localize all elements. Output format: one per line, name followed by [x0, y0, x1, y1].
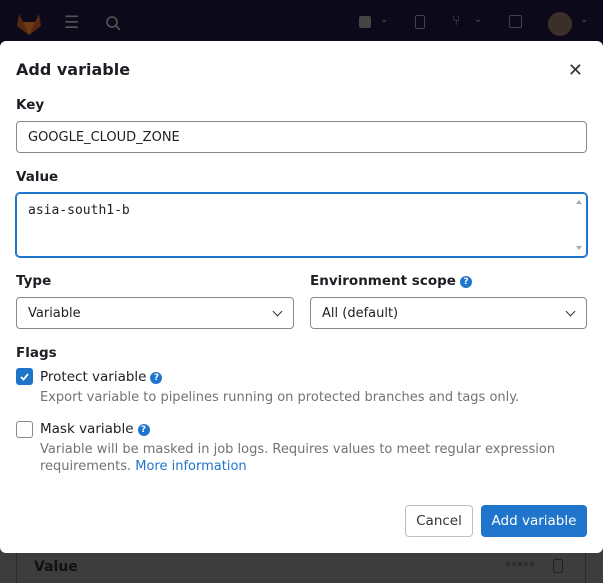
key-value: GOOGLE_CLOUD_ZONE [28, 129, 180, 145]
value-text: asia-south1-b [28, 203, 130, 218]
mask-variable-checkbox[interactable] [16, 421, 33, 438]
search-icon[interactable] [105, 15, 121, 31]
key-input[interactable]: GOOGLE_CLOUD_ZONE [16, 121, 587, 153]
chevron-down-icon[interactable]: ⌄ [380, 14, 388, 25]
help-icon[interactable]: ? [150, 372, 163, 384]
mask-variable-text: Mask variable [40, 421, 134, 437]
gitlab-logo[interactable] [16, 12, 42, 36]
mask-variable-label[interactable]: Mask variable? [40, 421, 150, 437]
cancel-button[interactable]: Cancel [405, 505, 473, 537]
chevron-down-icon [272, 306, 283, 317]
env-scope-label-text: Environment scope [310, 273, 456, 289]
protect-variable-label[interactable]: Protect variable? [40, 369, 163, 385]
add-variable-button[interactable]: Add variable [481, 505, 587, 537]
mask-variable-help-text: Variable will be masked in job logs. Req… [40, 442, 556, 474]
add-variable-modal: Add variable ✕ Key GOOGLE_CLOUD_ZONE Val… [0, 41, 603, 553]
mask-variable-help: Variable will be masked in job logs. Req… [40, 441, 580, 475]
avatar[interactable] [548, 12, 572, 36]
value-label: Value [16, 169, 59, 185]
close-icon[interactable]: ✕ [568, 60, 583, 81]
protect-variable-text: Protect variable [40, 369, 147, 385]
copy-icon[interactable] [553, 559, 563, 573]
key-label: Key [16, 97, 45, 113]
plus-square-icon[interactable] [359, 16, 371, 28]
chevron-down-icon[interactable]: ⌄ [474, 14, 482, 25]
check-icon [20, 373, 29, 381]
row-label: Value [34, 559, 78, 575]
type-select[interactable]: Variable [16, 297, 294, 329]
merge-request-icon[interactable]: ⑂ [452, 13, 460, 29]
textarea-scrollbar[interactable] [574, 198, 584, 252]
chevron-down-icon [565, 306, 576, 317]
value-textarea[interactable]: asia-south1-b [16, 193, 587, 257]
help-icon[interactable]: ? [459, 276, 472, 288]
todo-icon[interactable] [509, 15, 522, 28]
flags-label: Flags [16, 345, 57, 361]
issues-icon[interactable] [415, 15, 425, 29]
chevron-down-icon[interactable]: ⌄ [580, 14, 588, 25]
type-label: Type [16, 273, 52, 289]
top-navbar: ☰ ⌄ ⑂ ⌄ ⌄ [0, 0, 603, 46]
more-information-link[interactable]: More information [135, 459, 246, 474]
type-selected: Variable [28, 305, 81, 321]
env-scope-select[interactable]: All (default) [310, 297, 587, 329]
help-icon[interactable]: ? [137, 424, 150, 436]
variable-table-row: Value ***** [16, 553, 586, 583]
hamburger-icon[interactable]: ☰ [64, 13, 79, 33]
protect-variable-checkbox[interactable] [16, 368, 33, 385]
masked-value: ***** [505, 559, 535, 573]
protect-variable-help: Export variable to pipelines running on … [40, 390, 520, 405]
env-scope-label: Environment scope? [310, 273, 472, 289]
env-scope-selected: All (default) [322, 305, 399, 321]
modal-title: Add variable [16, 60, 131, 79]
